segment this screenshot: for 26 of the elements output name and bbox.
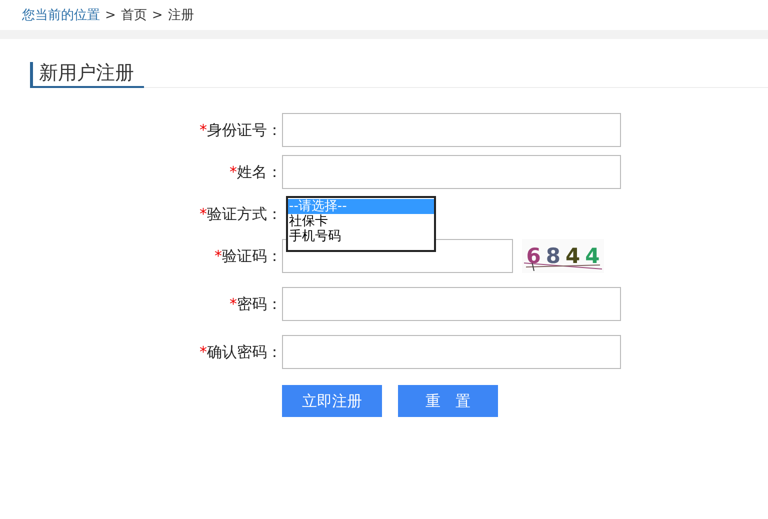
- input-field[interactable]: [282, 335, 621, 369]
- field-label: *确认密码：: [198, 342, 282, 362]
- section-title: 新用户注册: [30, 62, 144, 88]
- captcha-character: 6: [526, 244, 541, 268]
- breadcrumb-label: 您当前的位置: [22, 7, 100, 24]
- breadcrumb-separator: >: [105, 8, 116, 22]
- breadcrumb-separator: >: [152, 8, 163, 22]
- captcha-character: 4: [585, 244, 600, 268]
- field-label: *验证码：: [214, 246, 282, 266]
- dropdown-list[interactable]: --请选择-- 社保卡 手机号码: [286, 196, 436, 252]
- dropdown-option[interactable]: 社保卡: [288, 214, 434, 229]
- input-field[interactable]: [282, 155, 621, 189]
- form-button[interactable]: 立即注册: [282, 385, 382, 417]
- input-field[interactable]: [282, 287, 621, 321]
- field-label: *身份证号：: [198, 120, 282, 140]
- breadcrumb-link[interactable]: 首页: [120, 6, 147, 24]
- field-label: *姓名：: [228, 162, 282, 182]
- captcha-character: 4: [566, 244, 580, 268]
- field-label: *验证方式：: [198, 204, 282, 224]
- form-button[interactable]: 重 置: [398, 385, 498, 417]
- captcha-character: 8: [546, 244, 560, 268]
- dropdown-option[interactable]: 手机号码: [288, 229, 434, 244]
- breadcrumb-link[interactable]: 注册: [168, 6, 194, 24]
- field-label: *密码：: [228, 294, 282, 314]
- input-field[interactable]: [282, 113, 621, 147]
- captcha-image[interactable]: 6 8 4 4: [522, 239, 604, 273]
